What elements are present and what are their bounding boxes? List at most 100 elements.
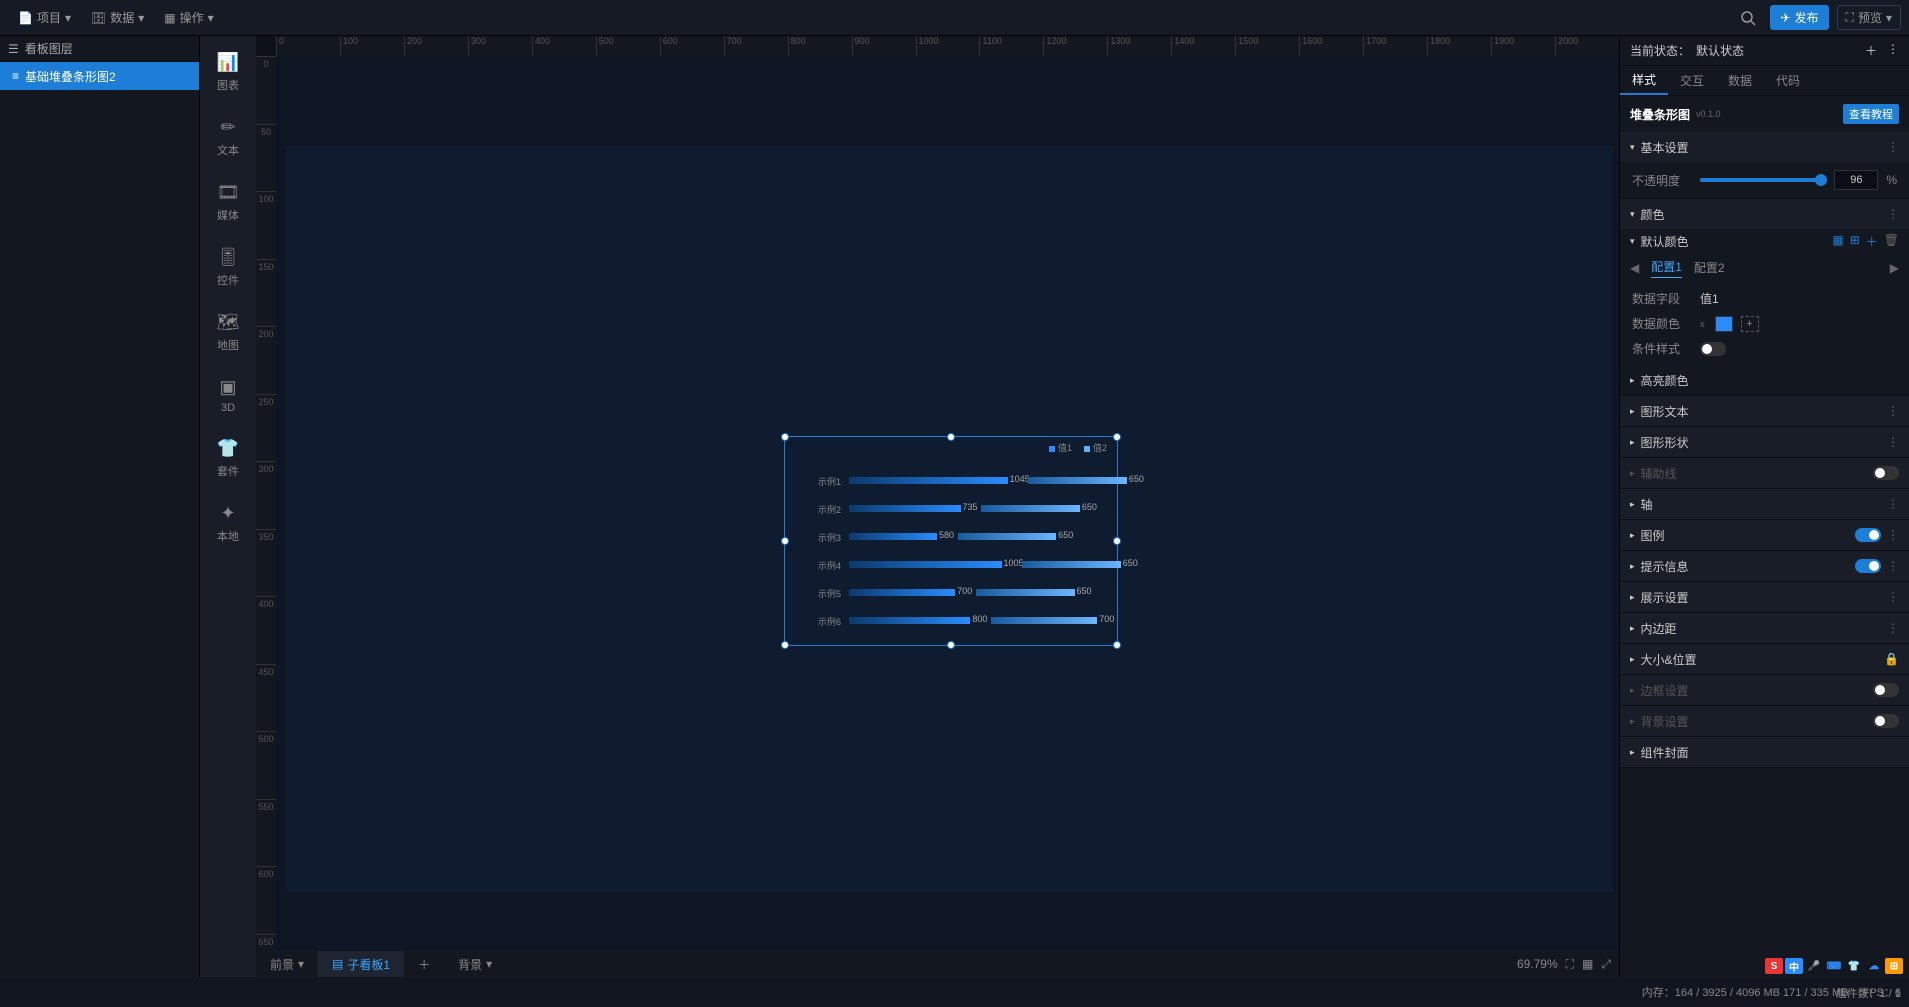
chart-icon: 📊: [217, 52, 239, 73]
comp-kit[interactable]: 👕套件: [200, 434, 256, 483]
tab-code[interactable]: 代码: [1764, 66, 1812, 95]
grid-icon[interactable]: ▦: [1582, 957, 1593, 971]
tab-data[interactable]: 数据: [1716, 66, 1764, 95]
opacity-input[interactable]: [1834, 170, 1878, 190]
section-head-assist-line[interactable]: ▸辅助线: [1620, 458, 1909, 488]
section-head-highlight[interactable]: ▸高亮颜色: [1620, 365, 1909, 395]
more-icon[interactable]: ⋮: [1887, 42, 1899, 59]
grid-icon: ▦: [164, 11, 175, 25]
grid-icon[interactable]: ▦: [1832, 233, 1843, 250]
bg-switch[interactable]: [1873, 714, 1899, 728]
resize-handle-tm[interactable]: [947, 433, 955, 441]
resize-handle-bl[interactable]: [781, 641, 789, 649]
section-head-tooltip[interactable]: ▸提示信息⋮: [1620, 551, 1909, 581]
search-button[interactable]: [1734, 4, 1762, 32]
preview-button[interactable]: ⛶ 预览 ▾: [1837, 5, 1901, 30]
lock-icon[interactable]: 🔒: [1884, 652, 1899, 666]
top-toolbar: 📄 项目 ▾ 🗄 数据 ▾ ▦ 操作 ▾ ✈ 发布 ⛶ 预览 ▾: [0, 0, 1909, 36]
selected-component[interactable]: 值1 值2 示例11045650示例2735650示例3580650示例4100…: [784, 436, 1118, 646]
fit-icon[interactable]: ⛶: [1566, 957, 1574, 972]
more-icon[interactable]: ⋮: [1887, 404, 1899, 418]
more-icon[interactable]: ⋮: [1887, 528, 1899, 542]
comp-control[interactable]: 🎚控件: [200, 243, 256, 292]
more-icon[interactable]: ⋮: [1887, 497, 1899, 511]
tab-add[interactable]: ＋: [404, 951, 444, 977]
mic-icon[interactable]: 🎤: [1805, 958, 1823, 974]
keyboard-icon[interactable]: ⌨: [1825, 958, 1843, 974]
comp-label: 3D: [221, 402, 235, 414]
fullscreen-icon[interactable]: ⤢: [1601, 957, 1611, 972]
cond-style-switch[interactable]: [1700, 342, 1726, 356]
data-field-value: 值1: [1700, 290, 1719, 307]
chevron-down-icon: ▾: [65, 11, 71, 25]
section-head-display[interactable]: ▸展示设置⋮: [1620, 582, 1909, 612]
tooltip-switch[interactable]: [1855, 559, 1881, 573]
tab-label: 背景: [458, 956, 482, 973]
resize-handle-tr[interactable]: [1113, 433, 1121, 441]
section-head-cover[interactable]: ▸组件封面: [1620, 737, 1909, 767]
more-icon[interactable]: ⋮: [1887, 140, 1899, 154]
app-icon[interactable]: S: [1765, 958, 1783, 974]
assist-line-switch[interactable]: [1873, 466, 1899, 480]
resize-handle-tl[interactable]: [781, 433, 789, 441]
delete-icon[interactable]: 🗑: [1884, 233, 1899, 250]
comp-media[interactable]: 🎞媒体: [200, 178, 256, 227]
section-head-graph-shape[interactable]: ▸图形形状⋮: [1620, 427, 1909, 457]
resize-handle-bm[interactable]: [947, 641, 955, 649]
add-icon[interactable]: ＋: [1866, 233, 1878, 250]
tab-subboard[interactable]: ▤子看板1: [318, 951, 404, 977]
config-tab-2[interactable]: 配置2: [1694, 259, 1725, 278]
more-icon[interactable]: ⋮: [1887, 207, 1899, 221]
add-color-button[interactable]: +: [1741, 316, 1759, 332]
publish-button[interactable]: ✈ 发布: [1770, 5, 1828, 30]
grid-app-icon[interactable]: ⊞: [1885, 958, 1903, 974]
data-color-label: 数据颜色: [1632, 315, 1692, 332]
section-head-axis[interactable]: ▸轴⋮: [1620, 489, 1909, 519]
menu-project[interactable]: 📄 项目 ▾: [8, 0, 81, 35]
section-title: 背景设置: [1641, 713, 1689, 730]
default-color-head[interactable]: ▾ 默认颜色 ▦ ⊞ ＋ 🗑: [1620, 229, 1909, 254]
tab-background[interactable]: 背景▾: [444, 951, 506, 977]
config-tab-1[interactable]: 配置1: [1651, 258, 1682, 278]
menu-data[interactable]: 🗄 数据 ▾: [81, 0, 154, 35]
resize-handle-mr[interactable]: [1113, 537, 1121, 545]
comp-local[interactable]: ✦本地: [200, 499, 256, 548]
comp-text[interactable]: ✏文本: [200, 113, 256, 162]
comp-chart[interactable]: 📊图表: [200, 48, 256, 97]
more-icon[interactable]: ⋮: [1887, 621, 1899, 635]
next-config[interactable]: ▶: [1890, 261, 1899, 275]
cloud-icon[interactable]: ☁: [1865, 958, 1883, 974]
tab-style[interactable]: 样式: [1620, 66, 1668, 95]
section-head-padding[interactable]: ▸内边距⋮: [1620, 613, 1909, 643]
comp-3d[interactable]: ▣3D: [200, 373, 256, 418]
canvas[interactable]: 值1 值2 示例11045650示例2735650示例3580650示例4100…: [276, 56, 1619, 951]
tab-interact[interactable]: 交互: [1668, 66, 1716, 95]
section-head-border[interactable]: ▸边框设置: [1620, 675, 1909, 705]
tutorial-button[interactable]: 查看教程: [1843, 104, 1899, 124]
border-switch[interactable]: [1873, 683, 1899, 697]
table-icon[interactable]: ⊞: [1850, 233, 1860, 250]
resize-handle-ml[interactable]: [781, 537, 789, 545]
color-swatch[interactable]: [1715, 316, 1733, 332]
comp-map[interactable]: 🗺地图: [200, 308, 256, 357]
menu-operate[interactable]: ▦ 操作 ▾: [154, 0, 223, 35]
section-head-color[interactable]: ▾颜色⋮: [1620, 199, 1909, 229]
section-head-graph-text[interactable]: ▸图形文本⋮: [1620, 396, 1909, 426]
layer-item[interactable]: ≡ 基础堆叠条形图2: [0, 62, 199, 90]
more-icon[interactable]: ⋮: [1887, 435, 1899, 449]
legend-switch[interactable]: [1855, 528, 1881, 542]
data-field-label: 数据字段: [1632, 290, 1692, 307]
prev-config[interactable]: ◀: [1630, 261, 1639, 275]
add-state-button[interactable]: ＋: [1865, 42, 1877, 59]
more-icon[interactable]: ⋮: [1887, 559, 1899, 573]
section-head-legend[interactable]: ▸图例⋮: [1620, 520, 1909, 550]
section-head-bg[interactable]: ▸背景设置: [1620, 706, 1909, 736]
more-icon[interactable]: ⋮: [1887, 590, 1899, 604]
shirt-icon[interactable]: 👕: [1845, 958, 1863, 974]
resize-handle-br[interactable]: [1113, 641, 1121, 649]
opacity-slider[interactable]: [1700, 178, 1826, 182]
section-head-size-pos[interactable]: ▸大小&位置🔒: [1620, 644, 1909, 674]
section-head-basic[interactable]: ▾基本设置⋮: [1620, 132, 1909, 162]
tab-foreground[interactable]: 前景▾: [256, 951, 318, 977]
app-icon[interactable]: 中: [1785, 958, 1803, 974]
